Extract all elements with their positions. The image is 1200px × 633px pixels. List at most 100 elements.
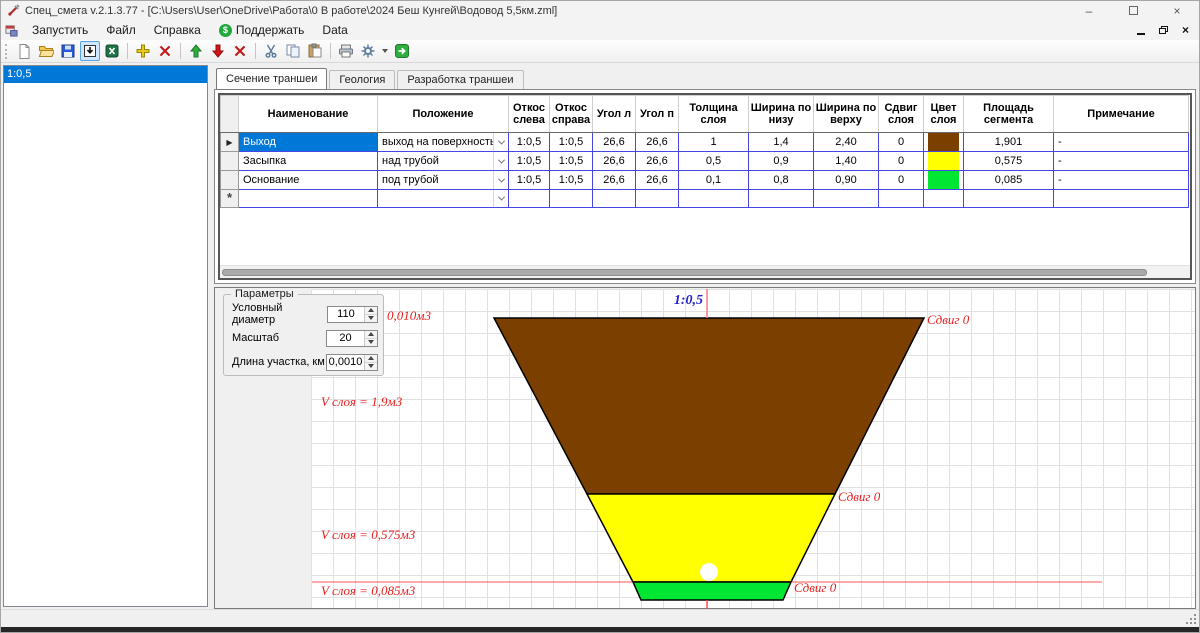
row-selector[interactable]: ▶ <box>221 133 239 152</box>
row-selector[interactable]: * <box>221 190 239 208</box>
cell-note[interactable]: - <box>1054 133 1189 152</box>
col-width-top[interactable]: Ширина по верху <box>814 96 879 133</box>
menu-run[interactable]: Запустить <box>23 21 97 39</box>
open-button[interactable] <box>36 41 56 61</box>
settings-button[interactable] <box>358 41 378 61</box>
excavation-layer-polygon[interactable] <box>494 318 924 494</box>
minimize-button[interactable]: – <box>1067 1 1111 20</box>
cell-segment-area[interactable]: 0,085 <box>964 171 1054 190</box>
cell-slope-left[interactable] <box>509 190 550 208</box>
delete-row-button[interactable] <box>155 41 175 61</box>
cell-segment-area[interactable]: 0,575 <box>964 152 1054 171</box>
cell-note[interactable]: - <box>1054 152 1189 171</box>
col-note[interactable]: Примечание <box>1054 96 1189 133</box>
cell-layer-color[interactable] <box>924 133 964 152</box>
cell-name[interactable]: Выход <box>239 133 378 152</box>
grid-horizontal-scrollbar[interactable] <box>220 265 1190 278</box>
spin-down-button[interactable] <box>365 315 377 322</box>
col-color[interactable]: Цвет слоя <box>924 96 964 133</box>
run-button[interactable] <box>392 41 412 61</box>
pipe-circle[interactable] <box>700 563 718 581</box>
cell-width-top[interactable]: 0,90 <box>814 171 879 190</box>
resize-grip[interactable] <box>1194 614 1196 616</box>
col-segment-area[interactable]: Площадь сегмента <box>964 96 1054 133</box>
col-thickness[interactable]: Толщина слоя <box>679 96 749 133</box>
cell-width-top[interactable]: 2,40 <box>814 133 879 152</box>
combo-dropdown-button[interactable] <box>493 190 508 207</box>
cell-position[interactable] <box>378 190 509 208</box>
cell-note[interactable]: - <box>1054 171 1189 190</box>
cut-button[interactable] <box>261 41 281 61</box>
cell-segment-area[interactable]: 1,901 <box>964 133 1054 152</box>
cell-angle-l[interactable]: 26,6 <box>593 152 636 171</box>
cell-segment-area[interactable] <box>964 190 1054 208</box>
cell-angle-l[interactable]: 26,6 <box>593 133 636 152</box>
paste-button[interactable] <box>305 41 325 61</box>
move-down-button[interactable] <box>208 41 228 61</box>
cell-angle-l[interactable]: 26,6 <box>593 171 636 190</box>
mdi-restore-button[interactable] <box>1159 26 1168 34</box>
col-width-bottom[interactable]: Ширина по низу <box>749 96 814 133</box>
cell-thickness[interactable] <box>679 190 749 208</box>
row-selector[interactable] <box>221 171 239 190</box>
combo-dropdown-button[interactable] <box>493 171 508 189</box>
scrollbar-thumb[interactable] <box>222 269 1147 276</box>
combo-dropdown-button[interactable] <box>493 133 508 151</box>
spin-down-button[interactable] <box>365 363 377 370</box>
menu-data[interactable]: Data <box>313 21 356 39</box>
cell-shift[interactable]: 0 <box>879 171 924 190</box>
col-slope-left[interactable]: Откос слева <box>509 96 550 133</box>
col-angle-r[interactable]: Угол п <box>636 96 679 133</box>
save-button[interactable] <box>58 41 78 61</box>
cell-slope-left[interactable]: 1:0,5 <box>509 152 550 171</box>
cell-shift[interactable] <box>879 190 924 208</box>
menu-help[interactable]: Справка <box>145 21 210 39</box>
menu-file[interactable]: Файл <box>97 21 145 39</box>
cell-angle-r[interactable]: 26,6 <box>636 133 679 152</box>
cell-note[interactable] <box>1054 190 1189 208</box>
cell-width-bottom[interactable] <box>749 190 814 208</box>
move-up-button[interactable] <box>186 41 206 61</box>
combo-dropdown-button[interactable] <box>493 152 508 170</box>
tab-trench-development[interactable]: Разработка траншеи <box>397 70 523 89</box>
add-row-button[interactable] <box>133 41 153 61</box>
cell-slope-right[interactable]: 1:0,5 <box>550 171 593 190</box>
cell-position[interactable]: выход на поверхность <box>378 133 509 152</box>
cell-width-top[interactable]: 1,40 <box>814 152 879 171</box>
col-name[interactable]: Наименование <box>239 96 378 133</box>
cell-angle-r[interactable] <box>636 190 679 208</box>
spin-up-button[interactable] <box>365 307 377 315</box>
mdi-close-button[interactable]: × <box>1182 25 1189 35</box>
cell-angle-r[interactable]: 26,6 <box>636 171 679 190</box>
maximize-button[interactable] <box>1111 1 1155 20</box>
close-button[interactable]: × <box>1155 1 1199 20</box>
cell-slope-right[interactable]: 1:0,5 <box>550 152 593 171</box>
col-position[interactable]: Положение <box>378 96 509 133</box>
cell-width-top[interactable] <box>814 190 879 208</box>
tab-geology[interactable]: Геология <box>329 70 395 89</box>
cell-thickness[interactable]: 0,1 <box>679 171 749 190</box>
row-selector[interactable] <box>221 152 239 171</box>
import-section-button[interactable] <box>80 41 100 61</box>
bedding-layer-polygon[interactable] <box>633 582 791 600</box>
cell-slope-left[interactable]: 1:0,5 <box>509 133 550 152</box>
cell-layer-color[interactable] <box>924 171 964 190</box>
cell-layer-color[interactable] <box>924 190 964 208</box>
list-item-section[interactable]: 1:0,5 <box>4 66 207 83</box>
cell-layer-color[interactable] <box>924 152 964 171</box>
cell-name[interactable] <box>239 190 378 208</box>
cell-width-bottom[interactable]: 0,8 <box>749 171 814 190</box>
cell-position[interactable]: над трубой <box>378 152 509 171</box>
cell-slope-left[interactable]: 1:0,5 <box>509 171 550 190</box>
cell-name[interactable]: Основание <box>239 171 378 190</box>
excel-export-button[interactable] <box>102 41 122 61</box>
cell-width-bottom[interactable]: 1,4 <box>749 133 814 152</box>
cell-thickness[interactable]: 1 <box>679 133 749 152</box>
tab-trench-section[interactable]: Сечение траншеи <box>216 68 327 90</box>
settings-dropdown-caret-icon[interactable] <box>382 49 388 53</box>
cell-angle-r[interactable]: 26,6 <box>636 152 679 171</box>
new-document-button[interactable] <box>14 41 34 61</box>
col-shift[interactable]: Сдвиг слоя <box>879 96 924 133</box>
cell-name[interactable]: Засыпка <box>239 152 378 171</box>
cell-angle-l[interactable] <box>593 190 636 208</box>
